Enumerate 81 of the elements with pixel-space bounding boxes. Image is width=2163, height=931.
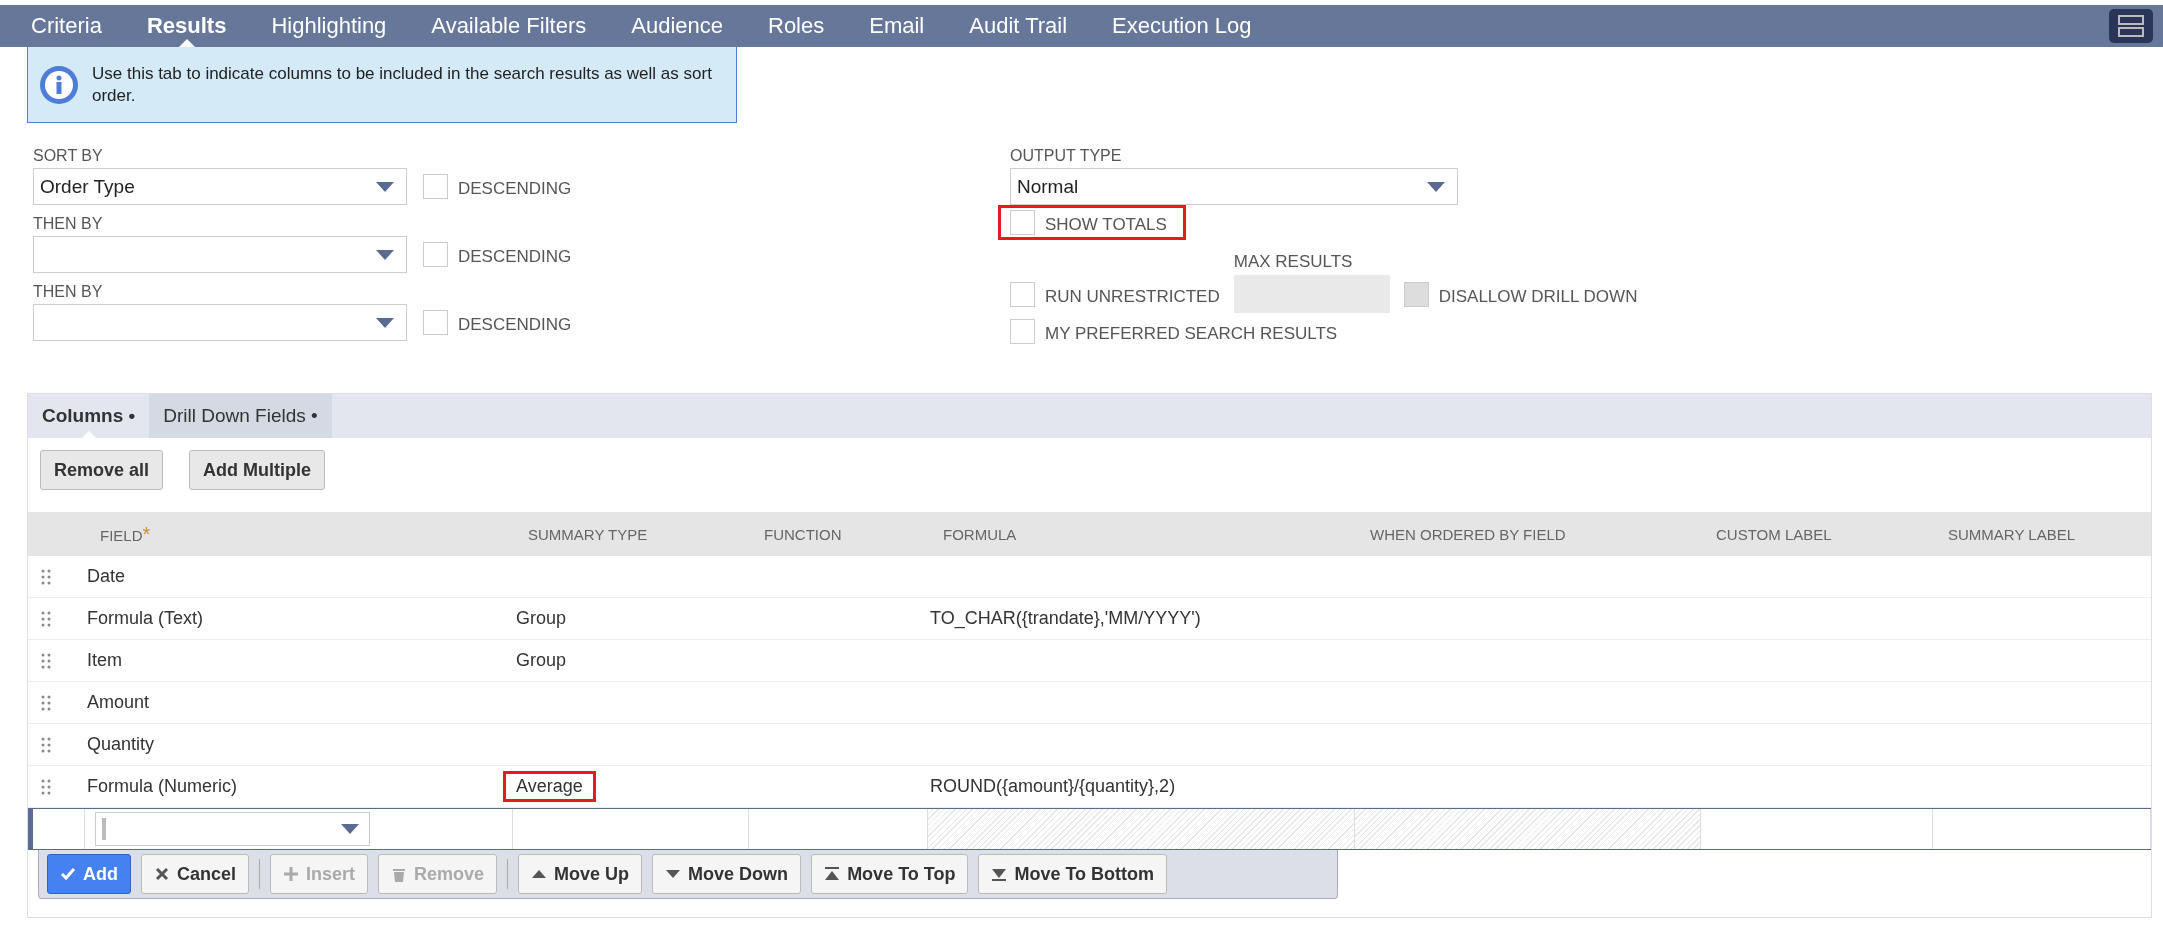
checkbox[interactable] (423, 310, 448, 335)
checkbox-label: MY PREFERRED SEARCH RESULTS (1045, 324, 1338, 344)
column-header: FIELD (100, 526, 143, 544)
drag-handle-icon[interactable] (41, 778, 51, 795)
checkbox-label: RUN UNRESTRICTED (1045, 287, 1220, 307)
table-cell: Item (87, 650, 122, 670)
edit-button[interactable]: Move Down (652, 854, 802, 894)
edit-button[interactable]: Add (47, 854, 131, 894)
table-cell-text: Group (515, 649, 568, 672)
sort-select[interactable] (33, 304, 407, 341)
tab[interactable]: Drill Down Fields • (149, 394, 332, 438)
menu-button[interactable] (2109, 9, 2153, 43)
caret-icon (376, 317, 394, 328)
field-label: OUTPUT TYPE (1010, 147, 1123, 165)
checkbox[interactable] (423, 174, 448, 199)
drag-handle-icon[interactable] (41, 568, 51, 585)
checkbox[interactable] (1010, 319, 1035, 344)
edit-button[interactable]: Move To Bottom (978, 854, 1168, 894)
checkbox-label: DESCENDING (458, 179, 572, 199)
required-mark: * (142, 522, 151, 545)
to-top-icon (824, 866, 841, 882)
table-cell: Quantity (87, 734, 155, 754)
table-cell: ROUND({amount}/{quantity},2) (930, 776, 1176, 796)
output-type-select[interactable]: Normal (1010, 168, 1458, 205)
drag-handle-icon[interactable] (41, 652, 51, 669)
sort-select[interactable]: Order Type (33, 168, 407, 205)
table-cell: Date (87, 566, 126, 586)
tab[interactable]: Results (146, 5, 227, 47)
edit-button[interactable]: Move Up (518, 854, 643, 894)
table-cell: TO_CHAR({trandate},'MM/YYYY') (930, 608, 1201, 628)
plus-icon (283, 866, 300, 882)
drag-handle-icon[interactable] (41, 610, 51, 627)
column-header: SUMMARY TYPE (528, 525, 648, 543)
checkbox-label: DISALLOW DRILL DOWN (1438, 287, 1638, 307)
column-header: FORMULA (943, 525, 1017, 543)
tab[interactable]: Highlighting (271, 5, 387, 47)
tab[interactable]: Email (869, 5, 925, 47)
checkbox-label: SHOW TOTALS (1045, 215, 1167, 235)
table-cell: Formula (Numeric) (87, 776, 237, 796)
checkbox[interactable] (423, 242, 448, 267)
checkbox-label: DESCENDING (458, 247, 572, 267)
info-icon (38, 63, 80, 106)
action-button[interactable]: Add Multiple (189, 450, 326, 490)
checkbox[interactable] (1010, 210, 1035, 235)
drag-handle-icon[interactable] (41, 694, 51, 711)
caret-icon (1427, 181, 1445, 192)
tab[interactable]: Audit Trail (969, 5, 1068, 47)
sort-select[interactable] (33, 236, 407, 273)
column-header: WHEN ORDERED BY FIELD (1370, 525, 1566, 543)
tab[interactable]: Execution Log (1112, 5, 1252, 47)
caret-icon (376, 181, 394, 192)
menu-icon (2118, 15, 2144, 37)
close-icon (154, 866, 170, 882)
caret-icon (376, 249, 394, 260)
check-icon (60, 866, 76, 882)
action-button[interactable]: Remove all (40, 450, 164, 490)
column-header: FUNCTION (764, 525, 842, 543)
column-header: SUMMARY LABEL (1948, 525, 2075, 543)
edit-button[interactable]: Move To Top (811, 854, 969, 894)
info-text: Use this tab to indicate columns to be included in the search results as well as sort order. (92, 62, 713, 107)
tab[interactable]: Criteria (31, 5, 102, 47)
field-label: SORT BY (33, 147, 104, 165)
tab[interactable]: Audience (631, 5, 723, 47)
caret-icon (341, 824, 359, 834)
tab[interactable]: Available Filters (431, 5, 587, 47)
checkbox[interactable] (1010, 282, 1035, 307)
table-cell: Formula (Text) (87, 608, 203, 628)
field-label: MAX RESULTS (1233, 252, 1354, 272)
field-label: THEN BY (33, 283, 104, 301)
to-bottom-icon (991, 866, 1008, 882)
checkbox-label: DESCENDING (458, 315, 572, 335)
field-label: THEN BY (33, 215, 104, 233)
drag-handle-icon[interactable] (41, 736, 51, 753)
field-select[interactable] (95, 812, 370, 846)
table-cell-text: Group (515, 607, 568, 630)
column-header: CUSTOM LABEL (1716, 525, 1832, 543)
tab[interactable]: Roles (768, 5, 825, 47)
table-cell: Amount (87, 692, 150, 712)
trash-icon (391, 866, 408, 882)
table-cell: Average (503, 771, 596, 802)
edit-button[interactable]: Cancel (141, 854, 250, 894)
